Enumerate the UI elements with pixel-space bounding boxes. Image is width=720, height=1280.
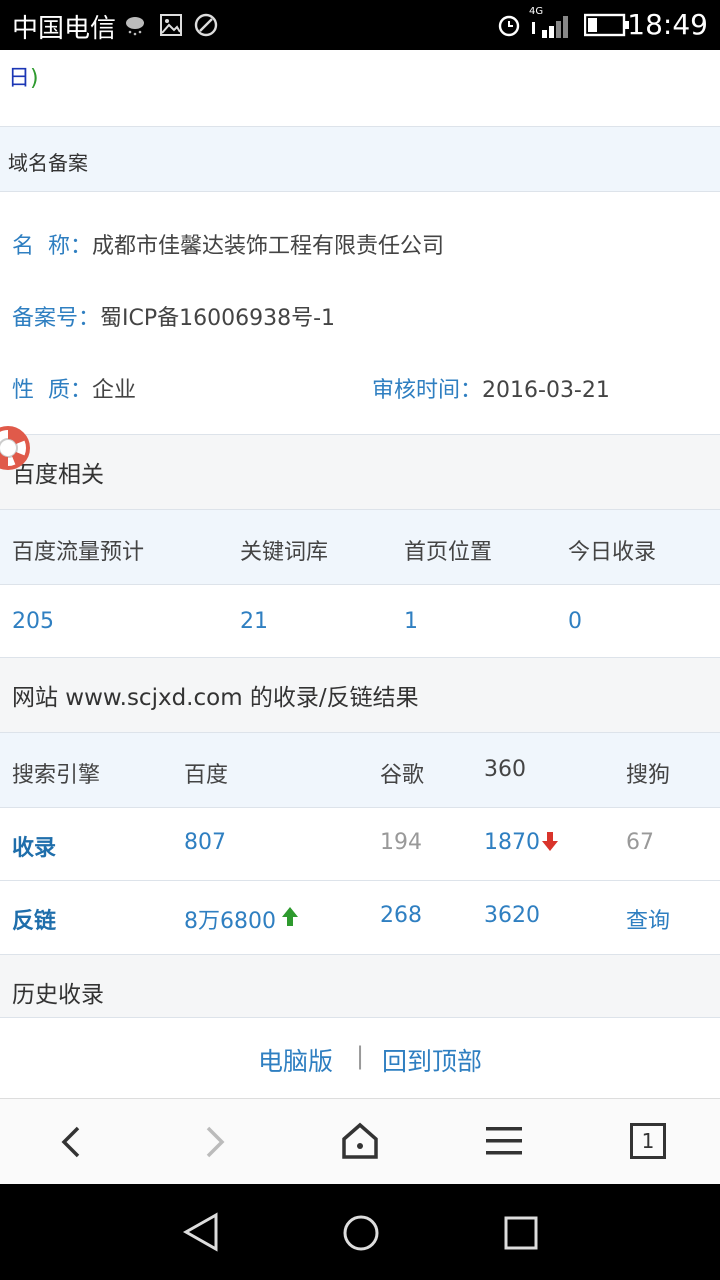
- col-sogou: 搜狗: [626, 763, 671, 788]
- table-row: 反链 8万6800 268 3620 查询: [0, 880, 720, 954]
- vpn-icon: [194, 13, 218, 37]
- indexed-sogou-value: 67: [626, 830, 654, 855]
- company-name-value: 成都市佳馨达装饰工程有限责任公司: [92, 234, 445, 259]
- down-arrow-icon: [542, 832, 558, 851]
- fragment-char: 日: [8, 66, 31, 91]
- tabs-count: 1: [641, 1129, 655, 1153]
- review-time-value: 2016-03-21: [482, 378, 610, 403]
- icp-row: 备案号：蜀ICP备16006938号-1: [12, 300, 335, 332]
- clock: 18:49: [627, 8, 708, 41]
- baidu-col-keywords: 关键词库: [240, 540, 329, 565]
- review-time-row: 审核时间：2016-03-21: [372, 372, 610, 404]
- nature-label: 性 质：: [12, 378, 92, 403]
- col-360: 360: [484, 757, 526, 782]
- nature-row: 性 质：企业: [12, 372, 136, 404]
- baidu-col-traffic: 百度流量预计: [12, 540, 145, 565]
- menu-icon[interactable]: [486, 1125, 522, 1157]
- system-back-icon[interactable]: [182, 1212, 220, 1252]
- image-notification-icon: [160, 14, 182, 36]
- weather-icon: [126, 17, 144, 36]
- baidu-keywords-value[interactable]: 21: [240, 609, 268, 634]
- baidu-col-today: 今日收录: [568, 540, 657, 565]
- history-title: 历史收录: [12, 982, 104, 1008]
- forward-icon[interactable]: [198, 1125, 230, 1159]
- fragment-paren: ): [30, 66, 39, 91]
- nature-value: 企业: [92, 378, 137, 403]
- alarm-icon: [498, 15, 520, 37]
- col-baidu: 百度: [184, 763, 229, 788]
- domain-record-header: 域名备案: [0, 126, 720, 191]
- footer: 电脑版 | 回到顶部: [0, 1017, 720, 1098]
- pc-version-link[interactable]: 电脑版: [258, 1042, 333, 1078]
- indexed-baidu-value[interactable]: 807: [184, 830, 226, 855]
- system-home-icon[interactable]: [342, 1214, 380, 1252]
- backlinks-sogou-query-link[interactable]: 查询: [626, 903, 670, 935]
- baidu-section-header: 百度相关: [0, 434, 720, 509]
- back-icon[interactable]: [56, 1125, 88, 1159]
- baidu-table-header-row: 百度流量预计 关键词库 首页位置 今日收录: [0, 509, 720, 584]
- row-label-backlinks: 反链: [12, 909, 57, 934]
- baidu-col-homepage: 首页位置: [404, 540, 493, 565]
- battery-icon: [584, 13, 629, 37]
- history-header: 历史收录: [0, 954, 720, 1017]
- row-label-indexed: 收录: [12, 836, 57, 861]
- top-text-fragment: 日): [8, 60, 39, 92]
- col-search-engine: 搜索引擎: [12, 763, 101, 788]
- icp-value: 蜀ICP备16006938号-1: [100, 306, 336, 331]
- index-result-header: 网站 www.scjxd.com 的收录/反链结果: [0, 657, 720, 732]
- back-to-top-link[interactable]: 回到顶部: [382, 1042, 482, 1078]
- indexed-360-value[interactable]: 1870: [484, 830, 540, 855]
- carrier-name: 中国电信: [12, 14, 117, 44]
- status-bar: 中国电信 4G 18:49: [0, 0, 720, 50]
- index-result-title: 网站 www.scjxd.com 的收录/反链结果: [12, 685, 419, 711]
- backlinks-360-value[interactable]: 3620: [484, 903, 540, 928]
- col-google: 谷歌: [380, 763, 425, 788]
- system-navigation-bar: [0, 1184, 720, 1280]
- baidu-traffic-value[interactable]: 205: [12, 609, 54, 634]
- home-icon[interactable]: [340, 1121, 380, 1161]
- tabs-button[interactable]: 1: [630, 1123, 666, 1159]
- system-recents-icon[interactable]: [504, 1216, 538, 1250]
- company-name-row: 名 称：成都市佳馨达装饰工程有限责任公司: [12, 228, 444, 260]
- baidu-table-value-row: 205 21 1 0: [0, 584, 720, 657]
- domain-record-title: 域名备案: [8, 151, 88, 175]
- indexed-google-value: 194: [380, 830, 422, 855]
- baidu-homepage-value[interactable]: 1: [404, 609, 418, 634]
- footer-separator: |: [356, 1042, 365, 1070]
- up-arrow-icon: [282, 907, 298, 926]
- baidu-today-value[interactable]: 0: [568, 609, 582, 634]
- review-time-label: 审核时间：: [372, 378, 483, 403]
- help-lifebuoy-icon[interactable]: [0, 412, 42, 484]
- table-row: 收录 807 194 1870 67: [0, 807, 720, 880]
- browser-toolbar: 1: [0, 1098, 720, 1185]
- backlinks-google-value[interactable]: 268: [380, 903, 422, 928]
- signal-icon: [532, 16, 568, 38]
- company-name-label: 名 称：: [12, 234, 92, 259]
- icp-label: 备案号：: [12, 306, 101, 331]
- backlinks-baidu-value[interactable]: 8万6800: [184, 903, 276, 935]
- index-table-header-row: 搜索引擎 百度 谷歌 360 搜狗: [0, 732, 720, 807]
